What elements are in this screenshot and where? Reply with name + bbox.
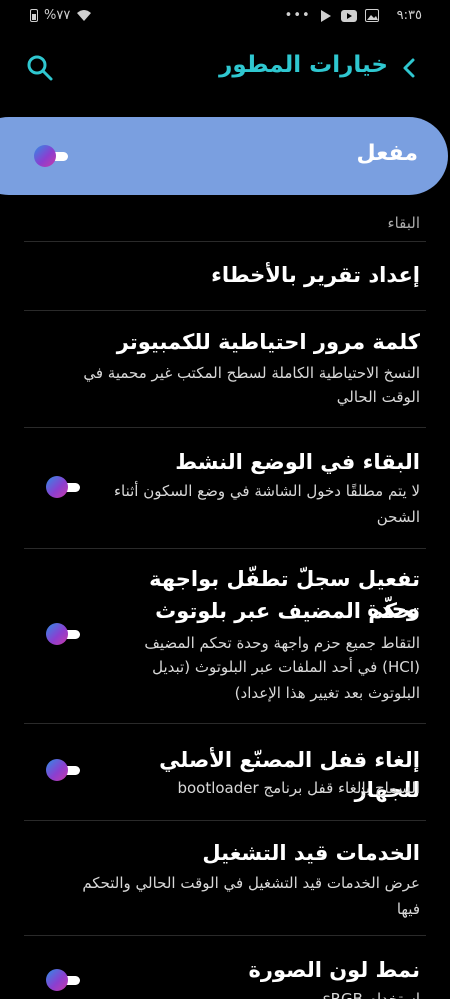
setting-subtitle: لا يتم مطلقًا دخول الشاشة في وضع السكون … — [113, 482, 420, 500]
setting-title: إعداد تقرير بالأخطاء — [211, 263, 420, 287]
toggle-knob — [34, 145, 56, 167]
setting-subtitle: فيها — [396, 900, 420, 918]
status-left: %٧٧ — [30, 8, 92, 23]
search-icon[interactable] — [26, 54, 54, 82]
toggle-knob — [46, 623, 68, 645]
setting-picture-color-mode[interactable]: نمط لون الصورة استخدام sRGB — [0, 936, 450, 999]
cut-off-row-text: البقاء — [387, 214, 420, 232]
toggle-knob — [46, 759, 68, 781]
master-toggle[interactable] — [34, 145, 70, 167]
status-bar: %٧٧ ••• ٩:٣٥ — [0, 0, 450, 34]
setting-subtitle: النسخ الاحتياطية الكاملة لسطح المكتب غير… — [83, 364, 420, 382]
setting-backup-password[interactable]: كلمة مرور احتياطية للكمبيوتر النسخ الاحت… — [0, 311, 450, 427]
setting-subtitle: الوقت الحالي — [336, 388, 420, 406]
chevron-right-icon[interactable] — [398, 55, 420, 81]
setting-subtitle: (HCI) في أحد الملفات عبر البلوتوث (تبديل — [152, 658, 420, 676]
setting-subtitle: التقاط جميع حزم واجهة وحدة تحكم المضيف — [144, 634, 420, 652]
setting-subtitle: السماح بإلغاء قفل برنامج bootloader — [177, 779, 420, 797]
more-notifications-icon: ••• — [284, 8, 311, 23]
setting-title: نمط لون الصورة — [248, 958, 420, 982]
setting-running-services[interactable]: الخدمات قيد التشغيل عرض الخدمات قيد التش… — [0, 821, 450, 935]
setting-subtitle: استخدام sRGB — [322, 990, 420, 999]
setting-bug-report[interactable]: إعداد تقرير بالأخطاء — [0, 242, 450, 310]
picture-color-mode-toggle[interactable] — [46, 969, 82, 991]
setting-title: البقاء في الوضع النشط — [175, 450, 420, 474]
wifi-icon — [76, 9, 92, 22]
setting-subtitle: الشحن — [376, 508, 420, 526]
toggle-knob — [46, 476, 68, 498]
clock: ٩:٣٥ — [396, 8, 422, 23]
setting-subtitle: البلوتوث بعد تغيير هذا الإعداد) — [234, 684, 420, 702]
play-store-icon — [319, 9, 333, 23]
setting-title: الخدمات قيد التشغيل — [202, 841, 420, 865]
bluetooth-hci-toggle[interactable] — [46, 623, 82, 645]
page-title: خيارات المطور — [219, 52, 388, 78]
setting-stay-awake[interactable]: البقاء في الوضع النشط لا يتم مطلقًا دخول… — [0, 428, 450, 548]
setting-subtitle: عرض الخدمات قيد التشغيل في الوقت الحالي … — [82, 874, 420, 892]
setting-bluetooth-hci-log[interactable]: تفعيل سجلّ تطفّل بواجهة وحدة تحكّم المضي… — [0, 549, 450, 723]
master-switch-label: مفعل — [356, 141, 418, 166]
app-header: خيارات المطور — [0, 46, 450, 90]
gallery-icon — [364, 9, 379, 22]
battery-percent: %٧٧ — [44, 8, 71, 23]
setting-title: تحكّم المضيف عبر بلوتوث — [155, 599, 420, 623]
setting-oem-unlock[interactable]: إلغاء قفل المصنّع الأصلي للجهاز السماح ب… — [0, 724, 450, 820]
stay-awake-toggle[interactable] — [46, 476, 82, 498]
toggle-knob — [46, 969, 68, 991]
oem-unlock-toggle[interactable] — [46, 759, 82, 781]
status-right: ••• ٩:٣٥ — [285, 8, 422, 23]
setting-title: كلمة مرور احتياطية للكمبيوتر — [116, 330, 420, 354]
youtube-icon — [340, 9, 357, 22]
developer-options-screen: %٧٧ ••• ٩:٣٥ خيارات المطور مفعل البقاء إ… — [0, 0, 450, 999]
battery-icon — [30, 9, 38, 22]
